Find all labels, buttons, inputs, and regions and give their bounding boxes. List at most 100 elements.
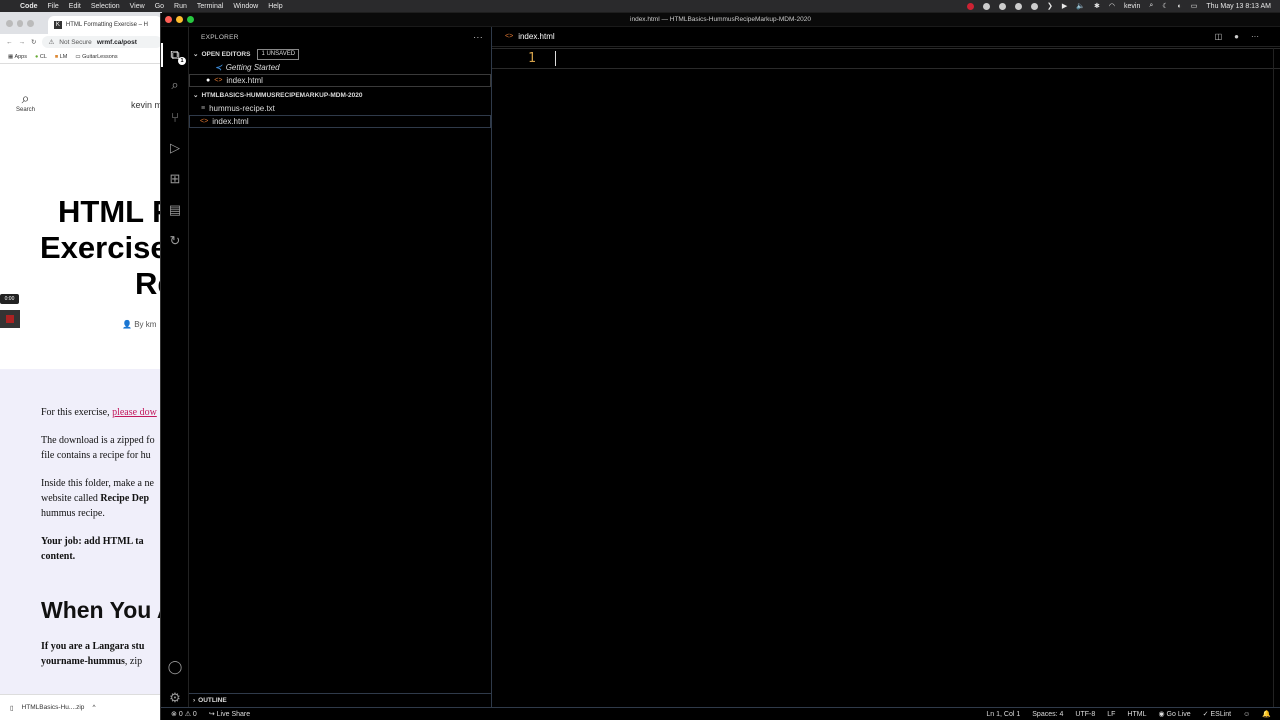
wifi-icon[interactable]: ◠ (1109, 2, 1115, 10)
browser-tab-title: HTML Formatting Exercise – H (65, 22, 149, 28)
go-live-button[interactable]: ◉ Go Live (1158, 710, 1190, 718)
menu-selection[interactable]: Selection (91, 3, 120, 10)
file-index-html[interactable]: <> index.html (189, 115, 491, 128)
account-icon[interactable]: ◯ (167, 659, 183, 675)
bookmarks-bar: ▦ Apps ● CL ■ LM ▭ GuitarLessons (0, 50, 162, 64)
download-bar-item[interactable]: ▯ HTMLBasics-Hu....zip ^ (0, 694, 162, 720)
unsaved-dot-icon[interactable]: ● (1234, 32, 1239, 41)
site-author-link[interactable]: kevin m (131, 100, 162, 110)
reload-icon[interactable]: ↻ (31, 38, 36, 46)
menu-window[interactable]: Window (233, 3, 258, 10)
source-control-icon[interactable]: ⑂ (167, 109, 183, 125)
split-editor-icon[interactable]: ◫ (1215, 32, 1223, 41)
explorer-icon[interactable]: ⧉ 1 (161, 43, 186, 67)
address-bar[interactable]: ⚠ Not Secure wrmf.ca/post (42, 36, 162, 48)
browser-close-light[interactable] (6, 19, 13, 27)
search-icon[interactable]: ⌕ (167, 77, 183, 93)
display-icon[interactable]: ▭ (1191, 2, 1198, 10)
folder-section[interactable]: ⌄ HTMLBASICS-HUMMUSRECIPEMARKUP-MDM-2020 (189, 88, 491, 102)
control-center-icon[interactable]: ◐ (1178, 3, 1182, 10)
status-icon[interactable] (983, 2, 991, 10)
extensions-icon[interactable]: ⊞ (167, 171, 183, 187)
volume-icon[interactable]: 🔈 (1076, 2, 1085, 10)
paragraph: website called Recipe Dep (41, 493, 150, 504)
error-icon: ⊗ (171, 711, 177, 718)
unsaved-dot-icon[interactable]: ● (206, 77, 210, 84)
open-editor-index-html[interactable]: ● <> index.html (189, 74, 491, 87)
outline-section[interactable]: › OUTLINE (189, 693, 491, 707)
menu-run[interactable]: Run (174, 3, 187, 10)
user-name[interactable]: kevin (1124, 3, 1140, 10)
html-file-icon: <> (200, 118, 209, 125)
menu-edit[interactable]: Edit (69, 3, 81, 10)
more-actions-icon[interactable]: ··· (473, 32, 483, 42)
chevron-right-icon: › (193, 697, 196, 704)
menu-help[interactable]: Help (268, 3, 282, 10)
live-share-icon: ↪ (208, 711, 215, 718)
editor-tab-index-html[interactable]: <> index.html (492, 27, 565, 47)
editor-tabs: <> index.html ◫ ● ··· (492, 27, 1280, 47)
editor-scrollbar[interactable] (1273, 48, 1280, 708)
bookmark-guitarlessons[interactable]: ▭ GuitarLessons (75, 54, 117, 60)
more-actions-icon[interactable]: ··· (1251, 32, 1259, 41)
menu-terminal[interactable]: Terminal (197, 3, 223, 10)
live-share-button[interactable]: ↪ Live Share (209, 710, 250, 718)
language-mode[interactable]: HTML (1127, 711, 1146, 718)
record-status-icon[interactable] (967, 2, 975, 10)
explorer-badge: 1 (178, 57, 186, 65)
forward-icon[interactable]: → (19, 39, 26, 46)
spotlight-search-icon[interactable]: ⌕ (1149, 2, 1153, 10)
moon-icon[interactable]: ☾ (1162, 2, 1168, 10)
editor-actions: ◫ ● ··· (1215, 32, 1280, 41)
settings-status-icon[interactable] (1031, 2, 1039, 10)
menu-file[interactable]: File (48, 3, 59, 10)
cursor-position[interactable]: Ln 1, Col 1 (986, 711, 1020, 718)
problems-indicator[interactable]: ⊗ 0 ⚠ 0 (171, 710, 197, 718)
file-hummus-recipe[interactable]: ≡ hummus-recipe.txt (189, 102, 491, 115)
gear-status-icon[interactable] (1015, 2, 1023, 10)
file-label: index.html (212, 117, 249, 126)
browser-tabbar: K HTML Formatting Exercise – H (0, 12, 162, 34)
stop-recording-button[interactable] (0, 310, 20, 328)
bookmark-lm[interactable]: ■ LM (55, 54, 68, 60)
indentation[interactable]: Spaces: 4 (1032, 711, 1063, 718)
play-status-icon[interactable]: ▶ (1062, 2, 1067, 10)
section-heading: When You A (41, 597, 162, 623)
site-search-button[interactable]: ⌕ Search (16, 90, 35, 113)
gear-icon[interactable]: ⚙ (167, 690, 183, 706)
paragraph: Your job: add HTML ta (41, 536, 144, 547)
open-editor-getting-started[interactable]: ≺ Getting Started (189, 61, 491, 74)
zoom-window-button[interactable] (187, 16, 194, 23)
back-icon[interactable]: ← (6, 39, 13, 46)
minimize-window-button[interactable] (176, 16, 183, 23)
text-cursor[interactable] (555, 51, 556, 66)
feedback-icon[interactable]: ☺ (1243, 711, 1250, 718)
browser-zoom-light[interactable] (27, 19, 34, 27)
line-endings[interactable]: LF (1107, 711, 1115, 718)
open-editors-section[interactable]: ⌄ OPEN EDITORS 1 UNSAVED (189, 47, 491, 61)
menu-app-name[interactable]: Code (20, 3, 38, 10)
close-window-button[interactable] (165, 16, 172, 23)
chevron-right-status-icon[interactable]: ❯ (1047, 2, 1053, 10)
html-file-icon: <> (505, 33, 514, 40)
live-share-icon[interactable]: ↻ (167, 233, 183, 249)
notifications-icon[interactable]: 🔔 (1262, 710, 1271, 718)
download-link[interactable]: please dow (112, 407, 157, 418)
bookmark-apps[interactable]: ▦ Apps (8, 54, 27, 60)
vscode-window: index.html — HTMLBasics-HummusRecipeMark… (160, 13, 1280, 720)
clock[interactable]: Thu May 13 8:13 AM (1206, 3, 1271, 10)
editor-area: <> index.html ◫ ● ··· 1 (492, 27, 1280, 708)
bluetooth-icon[interactable]: ✱ (1094, 2, 1100, 10)
browser-minimize-light[interactable] (16, 19, 24, 27)
browser-tab[interactable]: K HTML Formatting Exercise – H (47, 16, 162, 34)
cloud-icon[interactable] (999, 2, 1007, 10)
encoding[interactable]: UTF-8 (1075, 711, 1095, 718)
remote-explorer-icon[interactable]: ▤ (167, 202, 183, 218)
menu-view[interactable]: View (130, 3, 145, 10)
bookmark-cl[interactable]: ● CL (35, 54, 47, 60)
editor-tab-label: index.html (518, 32, 555, 41)
run-debug-icon[interactable]: ▷ (167, 140, 183, 156)
chevron-up-icon[interactable]: ^ (92, 704, 95, 711)
menu-go[interactable]: Go (155, 3, 164, 10)
eslint-status[interactable]: ✓ ESLint (1203, 710, 1231, 718)
